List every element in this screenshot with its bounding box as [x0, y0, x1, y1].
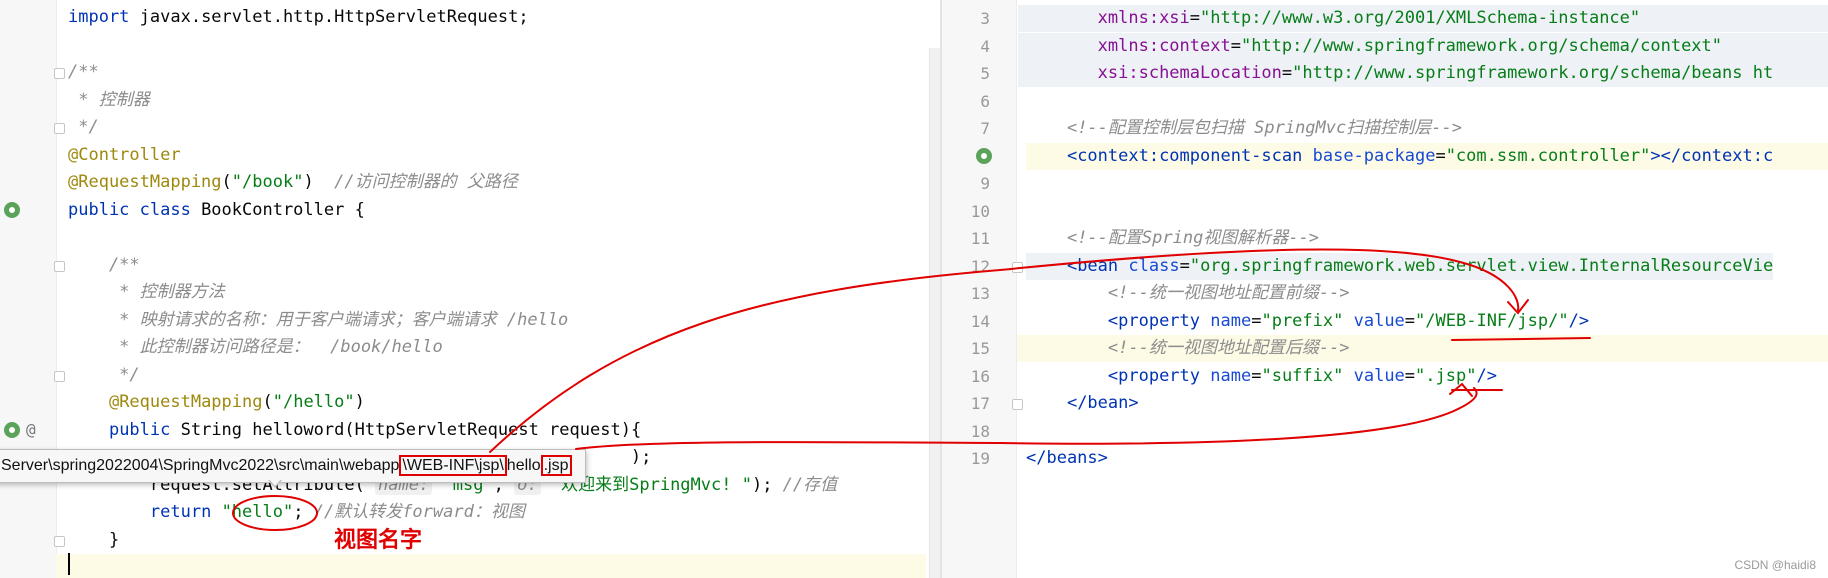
arrow-to-prefix [489, 248, 1520, 453]
view-name-caption: 视图名字 [334, 528, 423, 553]
arrow-to-suffix [575, 387, 1478, 450]
watermark: CSDN @haidi8 [1734, 558, 1816, 572]
hello-circle [232, 495, 318, 531]
prefix-underline [1451, 337, 1591, 341]
annotation-overlay [232, 248, 1591, 531]
